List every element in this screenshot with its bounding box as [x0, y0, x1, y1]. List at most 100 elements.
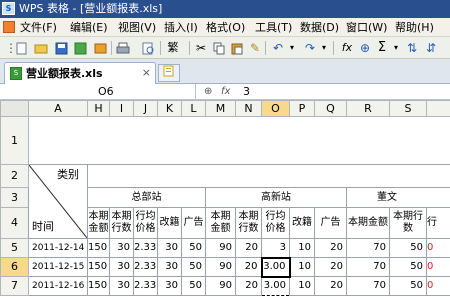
mail-icon[interactable]	[92, 40, 108, 56]
data-cell[interactable]: 10	[289, 276, 315, 296]
data-cell[interactable]: 20	[235, 276, 262, 296]
menu-file[interactable]: 文件(F)	[20, 21, 57, 34]
sum-dropdown-icon[interactable]: ▾	[388, 40, 404, 56]
subheader-cell[interactable]: 本期行数	[389, 207, 427, 239]
column-header-a[interactable]: A	[28, 100, 88, 117]
row-header-3[interactable]: 3	[0, 187, 29, 208]
column-header-q[interactable]: Q	[314, 100, 347, 117]
spreadsheet-grid[interactable]: A H I J K L M N O P Q R S 1 2 类别 时间 3 总部…	[0, 100, 450, 300]
data-cell[interactable]: 3	[261, 238, 290, 258]
data-cell[interactable]: 90	[205, 276, 236, 296]
column-header-j[interactable]: J	[133, 100, 158, 117]
subheader-cell[interactable]: 本期行数	[109, 207, 134, 239]
active-cell[interactable]: 3.00	[260, 256, 291, 278]
data-cell[interactable]: 10	[289, 238, 315, 258]
data-cell[interactable]: 20	[314, 257, 347, 277]
subheader-cell[interactable]: 改籍	[157, 207, 182, 239]
row-header-2[interactable]: 2	[0, 164, 29, 188]
data-cell[interactable]: 50	[389, 276, 427, 296]
column-header-next[interactable]	[426, 100, 450, 117]
row-header-7[interactable]: 7	[0, 276, 29, 296]
data-cell[interactable]: 50	[181, 276, 206, 296]
new-tab-button[interactable]	[158, 64, 180, 82]
column-header-r[interactable]: R	[346, 100, 390, 117]
undo-dropdown-icon[interactable]: ▾	[284, 40, 300, 56]
format-painter-icon[interactable]: ✎	[247, 40, 263, 56]
data-cell[interactable]: 70	[346, 238, 390, 258]
data-cell[interactable]: 30	[157, 276, 182, 296]
tab-close-icon[interactable]: ×	[142, 66, 151, 79]
date-cell[interactable]: 2011-12-14	[28, 238, 88, 258]
column-header-l[interactable]: L	[181, 100, 206, 117]
redo-dropdown-icon[interactable]: ▾	[316, 40, 332, 56]
new-icon[interactable]	[14, 40, 30, 56]
zoom-formula-icon[interactable]: ⊕	[204, 85, 212, 98]
group-header-gaoxin[interactable]: 高新站	[205, 187, 347, 208]
hyperlink-icon[interactable]: ⊕	[357, 40, 373, 56]
menu-insert[interactable]: 插入(I)	[164, 21, 198, 34]
data-cell[interactable]: 20	[314, 238, 347, 258]
select-all-corner[interactable]	[0, 100, 29, 117]
subheader-cell[interactable]: 行均价格	[133, 207, 158, 239]
subheader-cell[interactable]: 改籍	[289, 207, 315, 239]
column-header-o[interactable]: O	[261, 100, 290, 117]
data-cell[interactable]: 30	[109, 257, 134, 277]
menu-window[interactable]: 窗口(W)	[346, 21, 387, 34]
subheader-cell[interactable]: 本期金额	[205, 207, 236, 239]
function-icon[interactable]: fx	[337, 40, 357, 56]
export-icon[interactable]	[72, 40, 88, 56]
row-header-5[interactable]: 5	[0, 238, 29, 258]
data-cell[interactable]: 90	[205, 257, 236, 277]
data-cell[interactable]: 3.00	[261, 276, 290, 296]
column-header-k[interactable]: K	[157, 100, 182, 117]
cut-icon[interactable]: ✂	[193, 40, 209, 56]
data-cell[interactable]: 0	[426, 257, 450, 277]
name-box[interactable]: O6	[0, 84, 196, 99]
subheader-cell[interactable]: 行	[426, 207, 450, 239]
paste-icon[interactable]	[229, 40, 245, 56]
data-cell[interactable]: 2.33	[133, 257, 158, 277]
data-cell[interactable]: 70	[346, 257, 390, 277]
data-cell[interactable]: 20	[235, 238, 262, 258]
open-icon[interactable]	[33, 40, 49, 56]
menu-edit[interactable]: 编辑(E)	[70, 21, 108, 34]
print-preview-icon[interactable]	[140, 40, 156, 56]
data-cell[interactable]: 2.33	[133, 238, 158, 258]
data-cell[interactable]: 30	[109, 238, 134, 258]
date-cell[interactable]: 2011-12-15	[28, 257, 88, 277]
subheader-cell[interactable]: 行均价格	[261, 207, 290, 239]
data-cell[interactable]: 50	[181, 257, 206, 277]
tab-document[interactable]: S 营业额报表.xls ×	[4, 62, 156, 84]
data-cell[interactable]: 30	[157, 238, 182, 258]
data-cell[interactable]: 30	[109, 276, 134, 296]
spellcheck-icon[interactable]: 繁	[165, 40, 181, 56]
menu-data[interactable]: 数据(D)	[300, 21, 339, 34]
column-header-p[interactable]: P	[289, 100, 315, 117]
column-header-s[interactable]: S	[389, 100, 427, 117]
date-cell[interactable]: 2011-12-16	[28, 276, 88, 296]
column-header-n[interactable]: N	[235, 100, 262, 117]
data-cell[interactable]: 50	[389, 257, 427, 277]
menu-view[interactable]: 视图(V)	[118, 21, 156, 34]
data-cell[interactable]: 0	[426, 238, 450, 258]
row-header-4[interactable]: 4	[0, 207, 29, 239]
diagonal-header-cell[interactable]: 类别 时间	[28, 164, 88, 239]
sort-icon[interactable]: ⇅	[404, 40, 420, 56]
app-menu-icon[interactable]	[3, 21, 15, 33]
header-blank-cell[interactable]	[87, 164, 450, 188]
formula-input[interactable]: 3	[243, 85, 250, 98]
subheader-cell[interactable]: 本期行数	[235, 207, 262, 239]
row-header-1[interactable]: 1	[0, 116, 29, 165]
data-cell[interactable]: 150	[87, 257, 110, 277]
title-cell[interactable]	[28, 116, 450, 165]
subheader-cell[interactable]: 本期金额	[346, 207, 390, 239]
menu-format[interactable]: 格式(O)	[206, 21, 245, 34]
data-cell[interactable]: 20	[314, 276, 347, 296]
group-header-dongwen[interactable]: 董文	[346, 187, 450, 208]
subheader-cell[interactable]: 本期金额	[87, 207, 110, 239]
data-cell[interactable]: 90	[205, 238, 236, 258]
sort-desc-icon[interactable]: ⇵	[423, 40, 439, 56]
subheader-cell[interactable]: 广告	[314, 207, 347, 239]
column-header-h[interactable]: H	[87, 100, 110, 117]
copy-icon[interactable]	[211, 40, 227, 56]
